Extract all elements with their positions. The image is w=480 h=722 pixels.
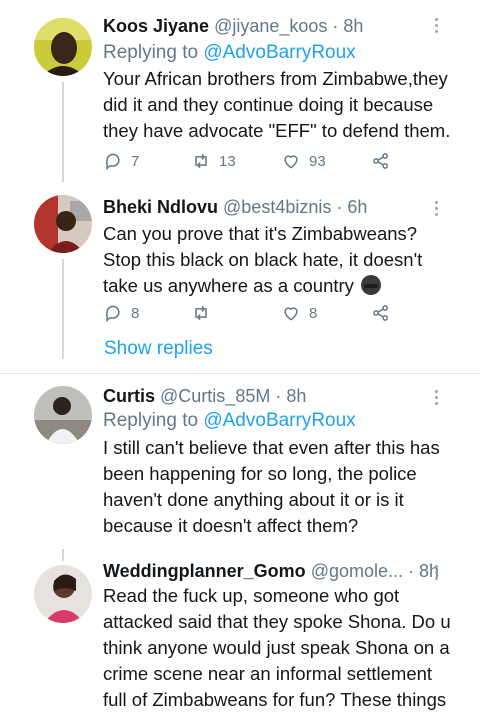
reply-count: 7	[131, 152, 140, 170]
reply-icon	[105, 153, 120, 171]
share-button[interactable]	[371, 151, 399, 171]
tweet-weddingplanner-gomo[interactable]: Weddingplanner_Gomo @gomole... · 8h Read…	[0, 551, 480, 722]
tweet-header: Weddingplanner_Gomo @gomole... · 8h	[103, 559, 439, 583]
tweet-header: Koos Jiyane @jiyane_koos · 8h	[103, 14, 363, 38]
tweet-koos-jiyane[interactable]: Koos Jiyane @jiyane_koos · 8h Replying t…	[0, 0, 480, 185]
author-name[interactable]: Koos Jiyane	[103, 16, 209, 36]
reply-icon	[105, 305, 120, 323]
heart-icon	[284, 307, 298, 321]
replying-to: Replying to @AdvoBarryRoux	[103, 41, 356, 65]
reply-button[interactable]: 7	[103, 151, 139, 171]
more-options-icon[interactable]	[434, 565, 440, 583]
reply-count: 8	[131, 304, 140, 322]
author-name[interactable]: Bheki Ndlovu	[103, 197, 218, 217]
like-count: 93	[309, 152, 326, 170]
tweet-text: Can you prove that it's Zimbabweans? Sto…	[103, 221, 453, 299]
tweet-curtis[interactable]: Curtis @Curtis_85M · 8h Replying to @Adv…	[0, 374, 480, 561]
man-in-hat-emoji	[361, 275, 382, 295]
tweet-text: Read the fuck up, someone who got attack…	[103, 585, 451, 710]
like-count: 8	[309, 304, 318, 322]
avatar[interactable]	[34, 386, 92, 444]
retweet-button[interactable]	[191, 303, 219, 323]
avatar[interactable]	[34, 18, 92, 76]
author-handle[interactable]: @best4biznis	[223, 197, 331, 217]
like-button[interactable]: 8	[281, 303, 317, 323]
replying-to: Replying to @AdvoBarryRoux	[103, 409, 356, 433]
author-handle[interactable]: @jiyane_koos	[214, 16, 327, 36]
thread-line	[62, 82, 64, 182]
share-icon	[373, 305, 388, 321]
thread-line	[62, 259, 64, 359]
retweet-icon	[195, 305, 207, 321]
more-options-icon[interactable]	[434, 201, 440, 219]
more-options-icon[interactable]	[434, 390, 440, 408]
share-button[interactable]	[371, 303, 399, 323]
avatar[interactable]	[34, 195, 92, 253]
tweet-bheki-ndlovu[interactable]: Bheki Ndlovu @best4biznis · 6h Can you p…	[0, 185, 480, 365]
tweet-time: · 8h	[275, 386, 307, 406]
replying-to-link[interactable]: @AdvoBarryRoux	[203, 410, 355, 431]
tweet-header: Curtis @Curtis_85M · 8h	[103, 384, 306, 408]
author-name[interactable]: Curtis	[103, 386, 155, 406]
tweet-header: Bheki Ndlovu @best4biznis · 6h	[103, 195, 367, 219]
replying-to-label: Replying to	[103, 410, 199, 431]
replying-to-link[interactable]: @AdvoBarryRoux	[203, 42, 355, 63]
tweet-actions: 8 8	[103, 303, 443, 327]
retweet-icon	[195, 153, 207, 169]
tweet-actions: 7 13 93	[103, 151, 443, 175]
avatar[interactable]	[34, 565, 92, 623]
author-handle[interactable]: @gomole...	[311, 561, 403, 581]
tweet-text: I still can't believe that even after th…	[103, 437, 440, 536]
tweet-time: · 6h	[336, 197, 368, 217]
replying-to-label: Replying to	[103, 42, 199, 63]
author-name[interactable]: Weddingplanner_Gomo	[103, 561, 306, 581]
heart-icon	[284, 155, 298, 169]
reply-button[interactable]: 8	[103, 303, 139, 323]
tweet-time: · 8h	[332, 16, 364, 36]
retweet-count: 13	[219, 152, 236, 170]
like-button[interactable]: 93	[281, 151, 326, 171]
show-replies-link[interactable]: Show replies	[104, 338, 213, 360]
author-handle[interactable]: @Curtis_85M	[160, 386, 270, 406]
retweet-button[interactable]: 13	[191, 151, 236, 171]
share-icon	[373, 153, 388, 169]
more-options-icon[interactable]	[434, 18, 440, 36]
tweet-text: Your African brothers from Zimbabwe,they…	[103, 68, 451, 141]
